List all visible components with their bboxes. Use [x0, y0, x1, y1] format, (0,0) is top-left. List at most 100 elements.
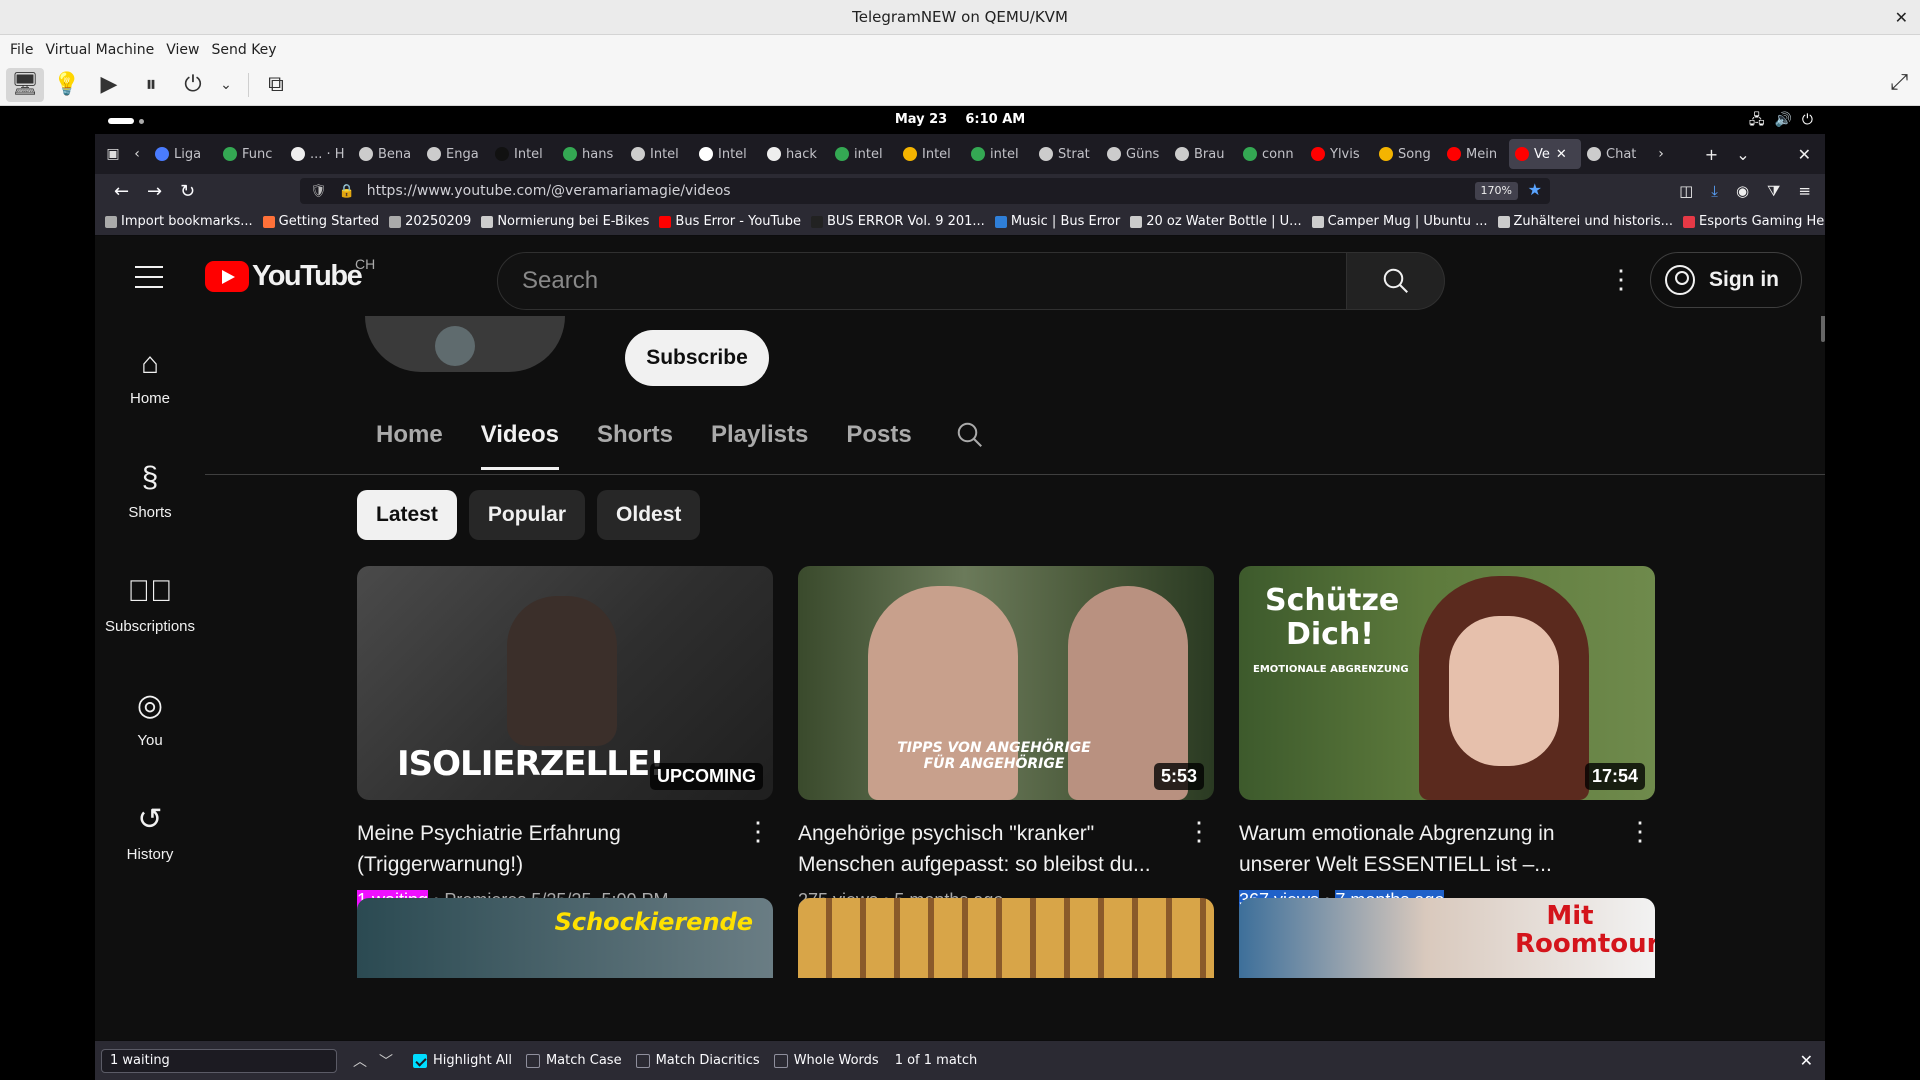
firefox-view-icon[interactable]: ▣	[101, 146, 125, 162]
browser-tab[interactable]: Intel	[625, 139, 693, 169]
tab-shorts[interactable]: Shorts	[597, 400, 673, 470]
browser-tab[interactable]: Liga	[149, 139, 217, 169]
snapshots-button[interactable]: ⧉	[257, 68, 295, 102]
browser-tab[interactable]: Intel	[489, 139, 557, 169]
match-case-checkbox[interactable]: Match Case	[525, 1053, 622, 1068]
bookmark-item[interactable]: Camper Mug | Ubuntu ...	[1311, 214, 1488, 229]
extensions-icon[interactable]: ⧩	[1767, 182, 1780, 200]
browser-tab[interactable]: Ylvis	[1305, 139, 1373, 169]
search-input[interactable]: Search	[497, 252, 1347, 310]
bookmark-item[interactable]: Normierung bei E-Bikes	[481, 214, 649, 229]
menu-view[interactable]: View	[160, 42, 205, 58]
highlight-all-checkbox[interactable]: Highlight All	[413, 1053, 512, 1068]
browser-tab[interactable]: Güns	[1101, 139, 1169, 169]
url-text[interactable]: https://www.youtube.com/@veramariamagie/…	[367, 183, 731, 199]
settings-kebab-icon[interactable]: ⋮	[1608, 266, 1634, 292]
tab-posts[interactable]: Posts	[846, 400, 911, 470]
video-card[interactable]: Schütze Dich! EMOTIONALE ABGRENZUNG 17:5…	[1239, 566, 1655, 911]
chip-popular[interactable]: Popular	[468, 490, 586, 540]
browser-tab[interactable]: intel	[965, 139, 1033, 169]
bookmark-star-icon[interactable]: ★	[1528, 180, 1542, 199]
bookmark-item[interactable]: 20 oz Water Bottle | U...	[1130, 214, 1302, 229]
channel-search-icon[interactable]	[955, 420, 985, 450]
bookmark-item[interactable]: BUS ERROR Vol. 9 201...	[810, 214, 985, 229]
chip-latest[interactable]: Latest	[357, 490, 457, 540]
browser-tab[interactable]: intel	[829, 139, 897, 169]
close-icon[interactable]: ✕	[1800, 1051, 1825, 1070]
video-thumbnail[interactable]: TIPPS VON ANGEHÖRIGE FÜR ANGEHÖRIGE 5:53	[798, 566, 1214, 800]
browser-tab[interactable]: conn	[1237, 139, 1305, 169]
search-button[interactable]	[1347, 252, 1445, 310]
browser-tab[interactable]: ... · H	[285, 139, 353, 169]
browser-tab[interactable]: Enga	[421, 139, 489, 169]
clock[interactable]: May 23 6:10 AM	[95, 106, 1825, 134]
find-previous-icon[interactable]: ︿	[347, 1051, 373, 1071]
subscribe-button[interactable]: Subscribe	[625, 330, 769, 386]
guide-menu-icon[interactable]	[135, 266, 163, 288]
browser-tab[interactable]: hack	[761, 139, 829, 169]
whole-words-checkbox[interactable]: Whole Words	[773, 1053, 879, 1068]
bookmark-item[interactable]: 20250209	[389, 214, 471, 229]
menu-file[interactable]: File	[4, 42, 39, 58]
list-all-tabs-icon[interactable]: ⌄	[1736, 145, 1749, 164]
browser-tab[interactable]: Strat	[1033, 139, 1101, 169]
hamburger-menu-icon[interactable]: ≡	[1798, 182, 1811, 200]
forward-button[interactable]: →	[138, 181, 171, 202]
tabs-scroll-left-icon[interactable]: ‹	[125, 146, 149, 162]
details-view-button[interactable]: 💡	[48, 68, 86, 102]
window-close-icon[interactable]: ✕	[1798, 145, 1811, 164]
new-tab-icon[interactable]: +	[1705, 145, 1718, 164]
video-thumbnail[interactable]: Mit Roomtour	[1239, 898, 1655, 978]
video-menu-icon[interactable]: ⋮	[745, 818, 771, 844]
tabs-scroll-right-icon[interactable]: ›	[1649, 146, 1673, 162]
browser-tab[interactable]: Song	[1373, 139, 1441, 169]
browser-tab[interactable]: hans	[557, 139, 625, 169]
tab-home[interactable]: Home	[376, 400, 443, 470]
shield-icon[interactable]: 🛡	[310, 184, 327, 199]
zoom-indicator[interactable]: 170%	[1474, 182, 1518, 200]
reload-button[interactable]: ↻	[171, 181, 204, 202]
pause-button[interactable]: ⏸	[132, 68, 170, 102]
match-diacritics-checkbox[interactable]: Match Diacritics	[635, 1053, 760, 1068]
video-menu-icon[interactable]: ⋮	[1186, 818, 1212, 844]
browser-tab[interactable]: Intel	[897, 139, 965, 169]
channel-avatar[interactable]	[365, 316, 565, 372]
fullscreen-icon[interactable]: ⤢	[1890, 70, 1908, 95]
sign-in-button[interactable]: Sign in	[1650, 252, 1802, 308]
tab-active[interactable]: Ve ✕	[1509, 139, 1581, 169]
account-icon[interactable]: ◉	[1736, 182, 1749, 200]
find-next-icon[interactable]: ﹀	[373, 1051, 399, 1071]
power-menu-button[interactable]: ⌄	[216, 68, 236, 102]
bookmark-item[interactable]: Zuhälterei und historis...	[1497, 214, 1673, 229]
chip-oldest[interactable]: Oldest	[597, 490, 701, 540]
run-button[interactable]: ▶	[90, 68, 128, 102]
guide-item-history[interactable]: ↺ History	[95, 802, 205, 863]
bookmark-item[interactable]: Import bookmarks...	[105, 214, 253, 229]
browser-tab[interactable]: Mein	[1441, 139, 1509, 169]
tab-close-icon[interactable]: ✕	[1556, 147, 1567, 162]
lock-icon[interactable]: 🔒	[339, 184, 355, 199]
system-tray[interactable]: 🖧 🔊 ⏻	[1749, 106, 1813, 134]
browser-tab[interactable]: Bena	[353, 139, 421, 169]
downloads-icon[interactable]: ⤓	[1711, 182, 1718, 200]
bookmark-item[interactable]: Esports Gaming Head...	[1683, 214, 1825, 229]
find-input[interactable]: 1 waiting	[101, 1048, 337, 1073]
video-title[interactable]: Meine Psychiatrie Erfahrung (Triggerwarn…	[357, 818, 727, 880]
close-icon[interactable]: ✕	[1895, 0, 1908, 35]
console-view-button[interactable]: 🖥	[6, 67, 44, 102]
bookmark-item[interactable]: Bus Error - YouTube	[659, 214, 801, 229]
back-button[interactable]: ←	[105, 181, 138, 202]
tab-videos[interactable]: Videos	[480, 400, 560, 470]
browser-tab[interactable]: Func	[217, 139, 285, 169]
video-thumbnail[interactable]: Schütze Dich! EMOTIONALE ABGRENZUNG 17:5…	[1239, 566, 1655, 800]
browser-tab[interactable]: Intel	[693, 139, 761, 169]
video-thumbnail[interactable]: Schockierende	[357, 898, 773, 978]
pocket-icon[interactable]: ◫	[1679, 182, 1693, 200]
guide-item-subscriptions[interactable]: ▶⃞ Subscriptions	[95, 574, 205, 635]
browser-tab[interactable]: Brau	[1169, 139, 1237, 169]
bookmark-item[interactable]: Music | Bus Error	[994, 214, 1120, 229]
guide-item-shorts[interactable]: § Shorts	[95, 460, 205, 521]
bookmark-item[interactable]: Getting Started	[262, 214, 379, 229]
video-card[interactable]: ISOLIERZELLE! UPCOMING Meine Psychiatrie…	[357, 566, 773, 911]
youtube-logo[interactable]: YouTube	[205, 260, 363, 293]
